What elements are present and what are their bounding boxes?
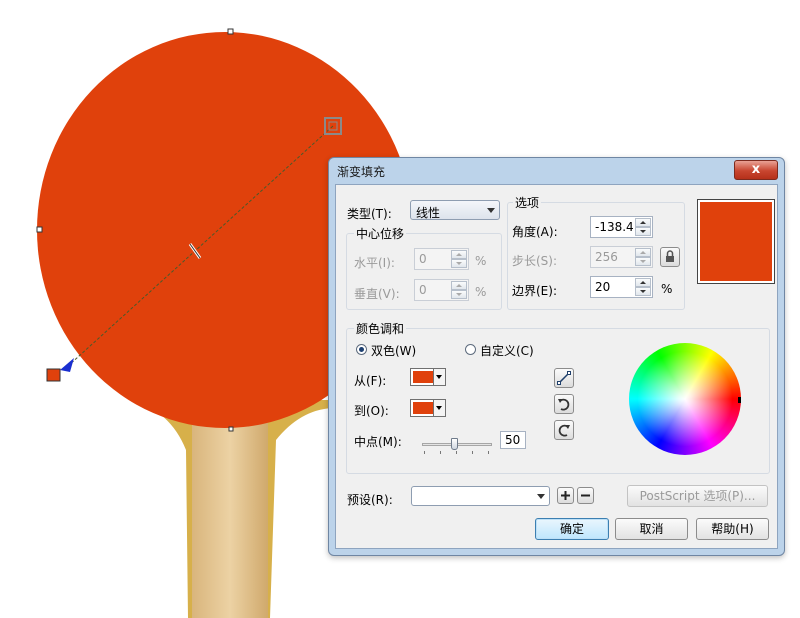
direct-blend-button[interactable]: [554, 368, 574, 388]
minus-icon: [581, 494, 590, 497]
help-button[interactable]: 帮助(H): [696, 518, 769, 540]
rotate-ccw-icon: [558, 398, 570, 411]
rotate-cw-icon: [558, 424, 570, 437]
steps-input[interactable]: 256: [590, 246, 653, 268]
midpoint-slider-thumb[interactable]: [451, 438, 458, 450]
chevron-down-icon: [433, 369, 445, 385]
presets-label: 预设(R):: [347, 493, 393, 507]
counterclockwise-blend-button[interactable]: [554, 394, 574, 414]
plus-icon: [561, 491, 570, 500]
dialog-title: 渐变填充: [337, 165, 386, 179]
spin-up-icon[interactable]: [451, 281, 467, 290]
slider-tick: [472, 451, 473, 454]
chevron-down-icon: [487, 208, 495, 213]
type-select-value: 线性: [416, 206, 441, 220]
spin-down-icon[interactable]: [451, 259, 467, 268]
to-color-picker[interactable]: [410, 399, 446, 417]
to-color-swatch: [413, 402, 433, 414]
lock-icon: [666, 250, 674, 262]
angle-input[interactable]: -138.4: [590, 216, 653, 238]
slider-tick: [488, 451, 489, 454]
dialog-body: 类型(T): 线性 中心位移 水平(I): 0 % 垂直(V): 0 % 选项 …: [335, 184, 778, 549]
color-wheel[interactable]: [629, 343, 741, 455]
edge-pad-unit: %: [661, 282, 673, 296]
from-label: 从(F):: [354, 374, 387, 388]
vertical-value: 0: [419, 283, 427, 297]
two-color-label[interactable]: 双色(W): [371, 342, 416, 359]
add-preset-button[interactable]: [557, 487, 574, 504]
slider-tick: [456, 451, 457, 454]
vertical-input[interactable]: 0: [414, 279, 469, 301]
two-color-radio[interactable]: [356, 344, 367, 355]
spin-down-icon[interactable]: [635, 257, 651, 266]
gradient-arrow-icon: [60, 358, 74, 372]
type-label: 类型(T):: [347, 207, 392, 221]
ok-button[interactable]: 确定: [535, 518, 609, 540]
edge-pad-input[interactable]: 20: [590, 276, 653, 298]
midpoint-input[interactable]: 50: [500, 431, 526, 449]
spin-down-icon[interactable]: [635, 227, 651, 236]
fill-preview: [697, 199, 775, 284]
horizontal-value: 0: [419, 252, 427, 266]
spin-up-icon[interactable]: [635, 248, 651, 257]
to-label: 到(O):: [354, 404, 389, 418]
color-wheel-marker[interactable]: [738, 397, 741, 403]
gradient-start-handle[interactable]: [46, 368, 61, 382]
vertical-unit: %: [475, 285, 487, 299]
selection-handle-top[interactable]: [227, 28, 234, 35]
spin-up-icon[interactable]: [635, 218, 651, 227]
chevron-down-icon: [433, 400, 445, 416]
angle-value: -138.4: [595, 220, 634, 234]
color-blend-group-label: 颜色调和: [354, 320, 407, 337]
horizontal-input[interactable]: 0: [414, 248, 469, 270]
vertical-label: 垂直(V):: [354, 287, 400, 301]
cancel-button[interactable]: 取消: [615, 518, 688, 540]
edge-pad-value: 20: [595, 280, 611, 294]
spin-down-icon[interactable]: [635, 287, 651, 296]
slider-tick: [424, 451, 425, 454]
steps-value: 256: [595, 250, 618, 264]
presets-select[interactable]: [411, 486, 550, 506]
spin-up-icon[interactable]: [451, 250, 467, 259]
slider-tick: [440, 451, 441, 454]
horizontal-label: 水平(I):: [354, 256, 395, 270]
horizontal-unit: %: [475, 254, 487, 268]
fill-preview-swatch: [700, 202, 772, 281]
selection-handle-left[interactable]: [36, 226, 43, 233]
midpoint-label: 中点(M):: [354, 435, 402, 449]
options-group-label: 选项: [513, 194, 542, 211]
postscript-options-button[interactable]: PostScript 选项(P)...: [627, 485, 768, 507]
spin-up-icon[interactable]: [635, 278, 651, 287]
midpoint-value: 50: [505, 433, 521, 447]
custom-label[interactable]: 自定义(C): [480, 342, 534, 359]
from-color-swatch: [413, 371, 433, 383]
type-select[interactable]: 线性: [410, 200, 500, 220]
line-blend-icon: [557, 371, 571, 385]
remove-preset-button[interactable]: [577, 487, 594, 504]
close-button[interactable]: x: [734, 160, 778, 180]
fountain-fill-dialog: 渐变填充 x 类型(T): 线性 中心位移 水平(I): 0 % 垂直(V): …: [328, 157, 785, 556]
center-offset-group-label: 中心位移: [354, 225, 407, 242]
custom-radio[interactable]: [465, 344, 476, 355]
angle-label: 角度(A):: [512, 225, 558, 239]
from-color-picker[interactable]: [410, 368, 446, 386]
dialog-titlebar[interactable]: 渐变填充 x: [329, 158, 784, 184]
chevron-down-icon: [537, 494, 545, 499]
clockwise-blend-button[interactable]: [554, 420, 574, 440]
selection-handle-center-bottom[interactable]: [228, 426, 234, 432]
close-icon: x: [751, 162, 761, 177]
steps-label: 步长(S):: [512, 254, 558, 268]
edge-pad-label: 边界(E):: [512, 284, 557, 298]
steps-lock-button[interactable]: [660, 247, 680, 267]
spin-down-icon[interactable]: [451, 290, 467, 299]
